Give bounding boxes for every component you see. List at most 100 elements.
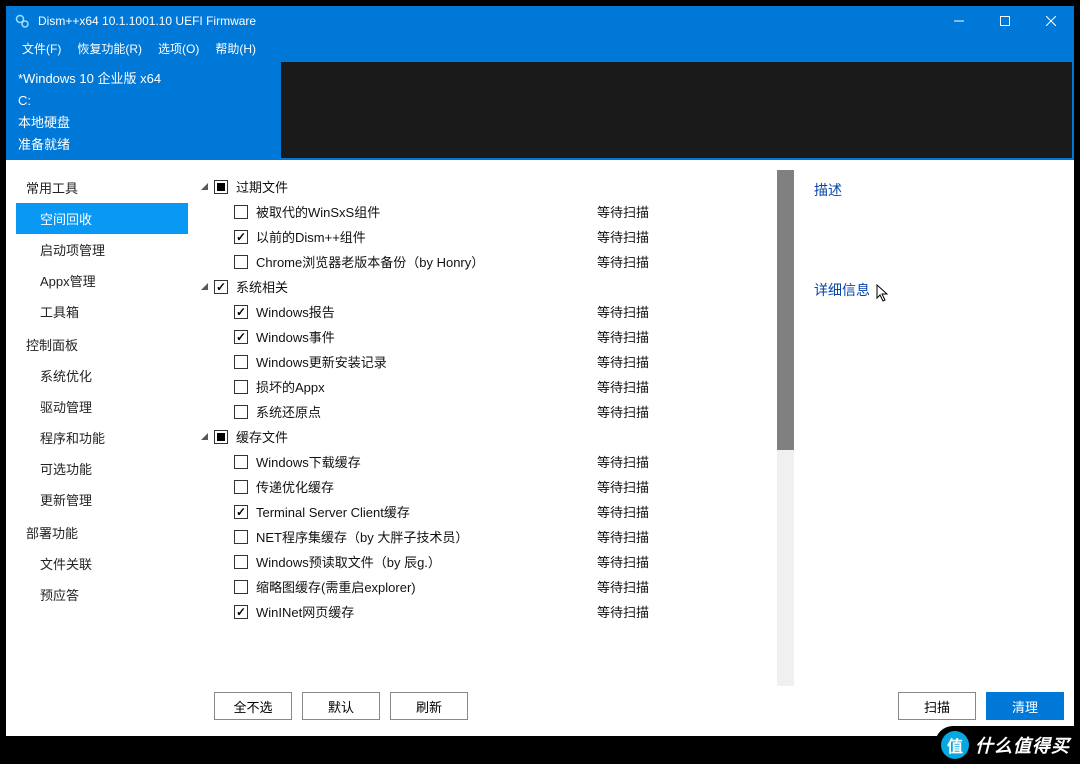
- scan-button[interactable]: 扫描: [898, 692, 976, 720]
- item-checkbox[interactable]: [234, 505, 248, 519]
- sidebar-item[interactable]: 启动项管理: [16, 234, 188, 265]
- tree-scrollbar[interactable]: [777, 170, 794, 686]
- item-checkbox[interactable]: [234, 555, 248, 569]
- menu-options[interactable]: 选项(O): [150, 36, 207, 60]
- item-status: 等待扫描: [577, 527, 777, 546]
- expander-icon[interactable]: [198, 181, 210, 193]
- watermark-text: 什么值得买: [975, 732, 1070, 758]
- group-checkbox[interactable]: [214, 280, 228, 294]
- details-header: 详细信息: [814, 280, 1044, 300]
- item-checkbox[interactable]: [234, 480, 248, 494]
- item-checkbox[interactable]: [234, 405, 248, 419]
- tree-wrap: 过期文件被取代的WinSxS组件等待扫描以前的Dism++组件等待扫描Chrom…: [188, 170, 1064, 686]
- item-label: Chrome浏览器老版本备份（by Honry）: [256, 252, 577, 271]
- item-label: Windows事件: [256, 327, 577, 346]
- item-label: Windows下载缓存: [256, 452, 577, 471]
- tree-group-row[interactable]: 系统相关: [188, 274, 777, 299]
- tree-item-row[interactable]: 传递优化缓存等待扫描: [188, 474, 777, 499]
- item-label: NET程序集缓存（by 大胖子技术员）: [256, 527, 577, 546]
- item-checkbox[interactable]: [234, 205, 248, 219]
- item-label: Windows更新安装记录: [256, 352, 577, 371]
- item-label: Windows预读取文件（by 辰g.）: [256, 552, 577, 571]
- main-area: 常用工具空间回收启动项管理Appx管理工具箱控制面板系统优化驱动管理程序和功能可…: [6, 160, 1074, 686]
- item-checkbox[interactable]: [234, 230, 248, 244]
- sidebar-item[interactable]: 程序和功能: [16, 422, 188, 453]
- menu-file[interactable]: 文件(F): [14, 36, 69, 60]
- item-label: Terminal Server Client缓存: [256, 502, 577, 521]
- item-checkbox[interactable]: [234, 355, 248, 369]
- menu-recovery[interactable]: 恢复功能(R): [69, 36, 150, 60]
- group-label: 缓存文件: [236, 427, 777, 446]
- sidebar-item[interactable]: 预应答: [16, 579, 188, 610]
- item-status: 等待扫描: [577, 552, 777, 571]
- tree-item-row[interactable]: Windows事件等待扫描: [188, 324, 777, 349]
- tree-item-row[interactable]: 损坏的Appx等待扫描: [188, 374, 777, 399]
- sidebar-item[interactable]: 更新管理: [16, 484, 188, 515]
- sidebar-group[interactable]: 常用工具: [16, 170, 188, 203]
- sidebar-group[interactable]: 控制面板: [16, 327, 188, 360]
- item-checkbox[interactable]: [234, 305, 248, 319]
- tree-item-row[interactable]: Windows报告等待扫描: [188, 299, 777, 324]
- menubar: 文件(F) 恢复功能(R) 选项(O) 帮助(H): [6, 36, 1074, 60]
- tree-group-row[interactable]: 过期文件: [188, 174, 777, 199]
- item-status: 等待扫描: [577, 477, 777, 496]
- item-checkbox[interactable]: [234, 380, 248, 394]
- tree-item-row[interactable]: Windows预读取文件（by 辰g.）等待扫描: [188, 549, 777, 574]
- close-button[interactable]: [1028, 6, 1074, 36]
- expander-icon[interactable]: [198, 281, 210, 293]
- scrollbar-thumb[interactable]: [777, 170, 794, 450]
- item-checkbox[interactable]: [234, 580, 248, 594]
- item-checkbox[interactable]: [234, 455, 248, 469]
- item-status: 等待扫描: [577, 302, 777, 321]
- sidebar-item[interactable]: 空间回收: [16, 203, 188, 234]
- refresh-button[interactable]: 刷新: [390, 692, 468, 720]
- tree-group-row[interactable]: 缓存文件: [188, 424, 777, 449]
- group-label: 过期文件: [236, 177, 777, 196]
- sidebar-item[interactable]: 可选功能: [16, 453, 188, 484]
- window-controls: [936, 6, 1074, 36]
- clean-button[interactable]: 清理: [986, 692, 1064, 720]
- bottom-bar: 全不选 默认 刷新 扫描 清理: [6, 686, 1074, 736]
- group-checkbox[interactable]: [214, 430, 228, 444]
- item-checkbox[interactable]: [234, 330, 248, 344]
- sidebar-item[interactable]: 文件关联: [16, 548, 188, 579]
- item-label: 缩略图缓存(需重启explorer): [256, 577, 577, 596]
- sidebar-item[interactable]: 系统优化: [16, 360, 188, 391]
- item-checkbox[interactable]: [234, 530, 248, 544]
- default-button[interactable]: 默认: [302, 692, 380, 720]
- titlebar[interactable]: Dism++x64 10.1.1001.10 UEFI Firmware: [6, 6, 1074, 36]
- cleanup-tree: 过期文件被取代的WinSxS组件等待扫描以前的Dism++组件等待扫描Chrom…: [188, 170, 777, 686]
- item-status: 等待扫描: [577, 452, 777, 471]
- item-label: Windows报告: [256, 302, 577, 321]
- sidebar-group[interactable]: 部署功能: [16, 515, 188, 548]
- tree-item-row[interactable]: 以前的Dism++组件等待扫描: [188, 224, 777, 249]
- image-info-text[interactable]: *Windows 10 企业版 x64 C: 本地硬盘 准备就绪: [6, 60, 281, 160]
- app-icon: [10, 13, 34, 29]
- sidebar-item[interactable]: Appx管理: [16, 265, 188, 296]
- tree-item-row[interactable]: Windows更新安装记录等待扫描: [188, 349, 777, 374]
- center-panel: 过期文件被取代的WinSxS组件等待扫描以前的Dism++组件等待扫描Chrom…: [188, 170, 1064, 686]
- item-status: 等待扫描: [577, 252, 777, 271]
- tree-item-row[interactable]: 缩略图缓存(需重启explorer)等待扫描: [188, 574, 777, 599]
- tree-item-row[interactable]: Chrome浏览器老版本备份（by Honry）等待扫描: [188, 249, 777, 274]
- item-status: 等待扫描: [577, 202, 777, 221]
- item-status: 等待扫描: [577, 577, 777, 596]
- tree-item-row[interactable]: WinINet网页缓存等待扫描: [188, 599, 777, 624]
- tree-item-row[interactable]: NET程序集缓存（by 大胖子技术员）等待扫描: [188, 524, 777, 549]
- tree-item-row[interactable]: 系统还原点等待扫描: [188, 399, 777, 424]
- sidebar-item[interactable]: 工具箱: [16, 296, 188, 327]
- item-checkbox[interactable]: [234, 255, 248, 269]
- tree-item-row[interactable]: 被取代的WinSxS组件等待扫描: [188, 199, 777, 224]
- menu-help[interactable]: 帮助(H): [207, 36, 264, 60]
- item-checkbox[interactable]: [234, 605, 248, 619]
- tree-item-row[interactable]: Windows下载缓存等待扫描: [188, 449, 777, 474]
- tree-item-row[interactable]: Terminal Server Client缓存等待扫描: [188, 499, 777, 524]
- minimize-button[interactable]: [936, 6, 982, 36]
- group-checkbox[interactable]: [214, 180, 228, 194]
- description-header: 描述: [814, 180, 1044, 200]
- expander-icon[interactable]: [198, 431, 210, 443]
- select-none-button[interactable]: 全不选: [214, 692, 292, 720]
- item-status: 等待扫描: [577, 602, 777, 621]
- sidebar-item[interactable]: 驱动管理: [16, 391, 188, 422]
- maximize-button[interactable]: [982, 6, 1028, 36]
